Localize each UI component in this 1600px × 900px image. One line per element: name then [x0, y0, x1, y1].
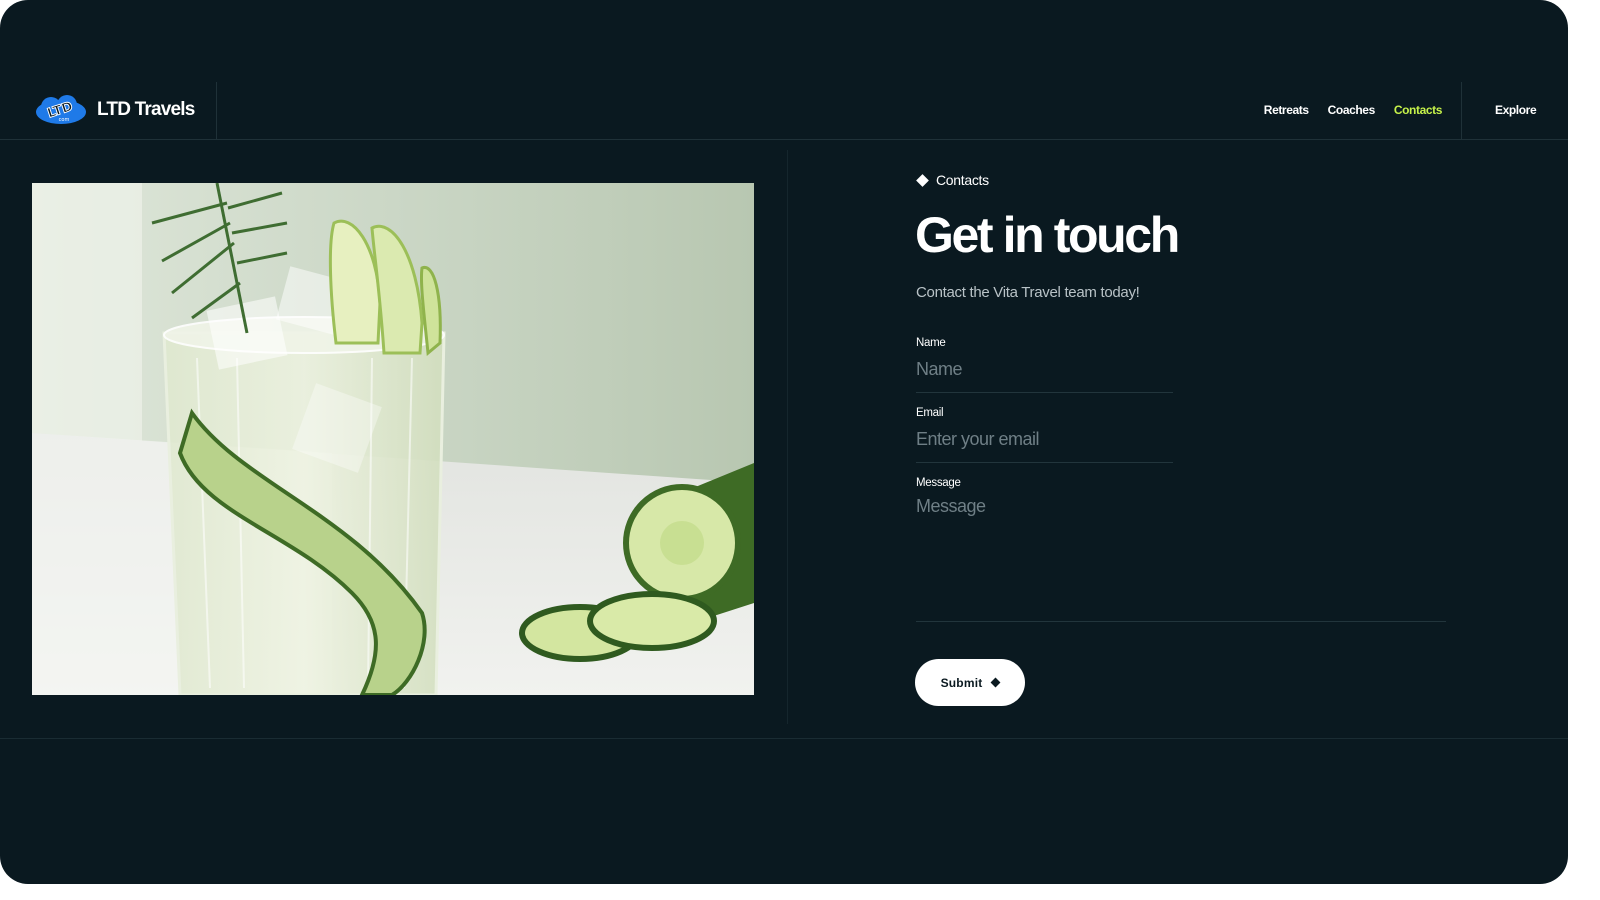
cocktail-illustration: [32, 183, 754, 695]
app-frame: LTD com LTD Travels Retreats Coaches Con…: [0, 0, 1568, 884]
nav-item-coaches[interactable]: Coaches: [1328, 103, 1376, 117]
email-label: Email: [916, 407, 944, 419]
logo-subtext: com: [59, 117, 70, 123]
nav-item-contacts[interactable]: Contacts: [1394, 103, 1443, 117]
submit-label: Submit: [940, 675, 983, 690]
column-divider: [787, 150, 788, 724]
main-nav: Retreats Coaches Contacts: [1264, 82, 1443, 138]
diamond-icon: [916, 173, 929, 187]
message-underline: [916, 621, 1446, 622]
section-divider: [0, 738, 1568, 739]
nav-item-retreats[interactable]: Retreats: [1264, 103, 1309, 117]
site-header: LTD com LTD Travels Retreats Coaches Con…: [0, 82, 1568, 140]
brand-name: LTD Travels: [97, 99, 195, 120]
message-field[interactable]: [916, 496, 1446, 614]
page-title: Get in touch: [915, 207, 1180, 263]
name-field[interactable]: [916, 357, 1173, 381]
cocktail-photo: [32, 183, 754, 695]
eyebrow-label: Contacts: [936, 172, 989, 188]
cloud-logo-icon: LTD com: [36, 95, 86, 124]
message-label: Message: [916, 477, 961, 489]
email-underline: [916, 462, 1173, 463]
explore-link[interactable]: Explore: [1495, 103, 1537, 117]
name-label: Name: [916, 337, 946, 349]
diamond-icon: [990, 677, 1001, 688]
email-field[interactable]: [916, 427, 1173, 451]
section-eyebrow: Contacts: [916, 172, 989, 188]
submit-button[interactable]: Submit: [915, 659, 1025, 706]
header-divider: [1461, 82, 1462, 140]
page-subtitle: Contact the Vita Travel team today!: [916, 284, 1140, 301]
name-underline: [916, 392, 1173, 393]
header-divider: [216, 82, 217, 140]
brand-logo-link[interactable]: LTD com LTD Travels: [34, 94, 195, 126]
